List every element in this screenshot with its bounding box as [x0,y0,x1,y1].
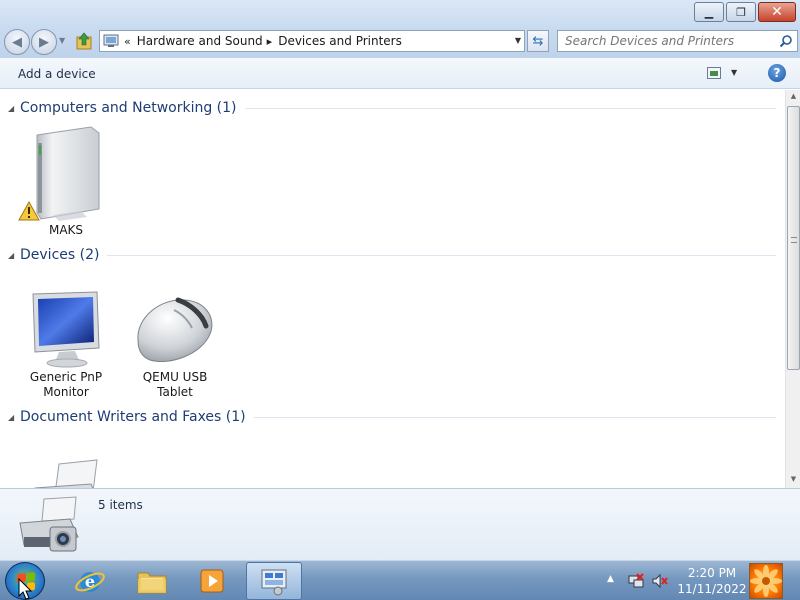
devices-printers-icon [19,496,79,552]
refresh-icon: ⇆ [532,33,544,49]
item-count: 5 items [98,498,143,512]
window-controls: ▁ ❐ ✕ [692,2,796,22]
minimize-icon: ▁ [704,5,714,19]
taskbar-media-player[interactable] [184,562,240,600]
restore-icon: ❐ [736,5,746,19]
change-view-icon[interactable] [707,67,721,79]
device-qemu-usb-tablet[interactable]: QEMU USB Tablet [130,270,220,400]
mouse-icon [137,297,213,362]
navigation-bar: ◀ ▶ ▼ « Hardware and Sound ▸ Devices and… [0,28,800,58]
warning-icon [18,201,40,221]
taskbar-internet-explorer[interactable]: e [62,562,118,600]
recent-pages-dropdown[interactable]: ▼ [59,36,65,45]
add-device-button[interactable]: Add a device [18,67,96,81]
breadcrumb-separator-icon[interactable]: ▸ [267,35,273,48]
device-generic-pnp-monitor[interactable]: Generic PnP Monitor [21,270,111,400]
refresh-button[interactable]: ⇆ [527,30,549,52]
group-divider [244,107,776,109]
help-icon[interactable]: ? [768,64,786,82]
volume-muted-icon[interactable] [652,573,668,589]
details-pane: 5 items [0,488,800,560]
address-bar[interactable]: « Hardware and Sound ▸ Devices and Print… [99,30,525,52]
media-player-icon [200,569,224,593]
group-header-computers[interactable]: ◢ Computers and Networking (1) [8,100,776,116]
clock-date: 11/11/2022 [677,582,747,596]
scroll-up-arrow-icon[interactable]: ▲ [788,92,799,103]
device-maks[interactable]: MAKS [18,123,111,238]
monitor-icon [32,291,100,368]
scroll-down-arrow-icon[interactable]: ▼ [788,475,799,486]
breadcrumb-devices-and-printers[interactable]: Devices and Printers [278,34,402,48]
forward-button[interactable]: ▶ [31,29,57,55]
taskbar: e ▲ 2:20 PM 11/11/2022 [0,560,800,600]
minimize-button[interactable]: ▁ [694,2,724,22]
search-icon[interactable] [779,34,793,48]
flower-icon [750,565,782,597]
collapse-chevron-icon[interactable]: ◢ [8,413,20,422]
group-divider [107,254,776,256]
collapse-chevron-icon[interactable]: ◢ [8,251,20,260]
internet-explorer-icon: e [75,572,105,592]
group-title: Computers and Networking (1) [20,100,237,116]
up-folder-icon[interactable] [76,31,92,51]
network-icon[interactable] [628,573,644,589]
forward-arrow-icon: ▶ [39,34,49,50]
device-label: QEMU USB Tablet [142,370,208,399]
close-icon: ✕ [771,4,783,20]
taskbar-explorer[interactable] [124,562,180,600]
view-options-dropdown[interactable]: ▼ [731,68,737,77]
group-header-document-writers[interactable]: ◢ Document Writers and Faxes (1) [8,409,776,425]
address-history-dropdown[interactable]: ▼ [515,36,521,45]
fax-printer-icon [34,459,98,488]
command-bar: Add a device ▼ ? [0,58,800,89]
show-desktop-button[interactable] [749,563,783,599]
system-clock[interactable]: 2:20 PM 11/11/2022 [676,565,748,597]
group-header-devices[interactable]: ◢ Devices (2) [8,247,776,263]
breadcrumb-overflow[interactable]: « [124,35,131,48]
taskbar-devices-and-printers[interactable] [246,562,302,600]
collapse-chevron-icon[interactable]: ◢ [8,104,20,113]
search-box[interactable] [557,30,798,52]
vertical-scrollbar[interactable]: ▲ ▼ [785,90,800,488]
scroll-grip [791,237,797,243]
group-title: Document Writers and Faxes (1) [20,409,246,425]
control-panel-icon [261,569,287,596]
device-fax-printer[interactable] [21,432,111,488]
device-label: Generic PnP Monitor [29,370,103,399]
devices-view: ◢ Computers and Networking (1) MAKS ◢ De… [0,90,785,488]
clock-time: 2:20 PM [687,566,737,580]
close-button[interactable]: ✕ [758,2,796,22]
breadcrumb-hardware-and-sound[interactable]: Hardware and Sound [137,34,263,48]
device-label: MAKS [48,223,84,237]
mouse-cursor-icon [18,578,32,600]
folder-icon [137,572,167,594]
title-bar: ▁ ❐ ✕ [0,0,800,28]
control-panel-icon [102,33,120,49]
group-divider [253,416,776,418]
scroll-thumb[interactable] [787,106,800,370]
restore-button[interactable]: ❐ [726,2,756,22]
show-hidden-icons-button[interactable]: ▲ [607,574,614,584]
back-button[interactable]: ◀ [4,29,30,55]
search-input[interactable] [558,31,768,51]
back-arrow-icon: ◀ [12,34,22,50]
group-title: Devices (2) [20,247,100,263]
